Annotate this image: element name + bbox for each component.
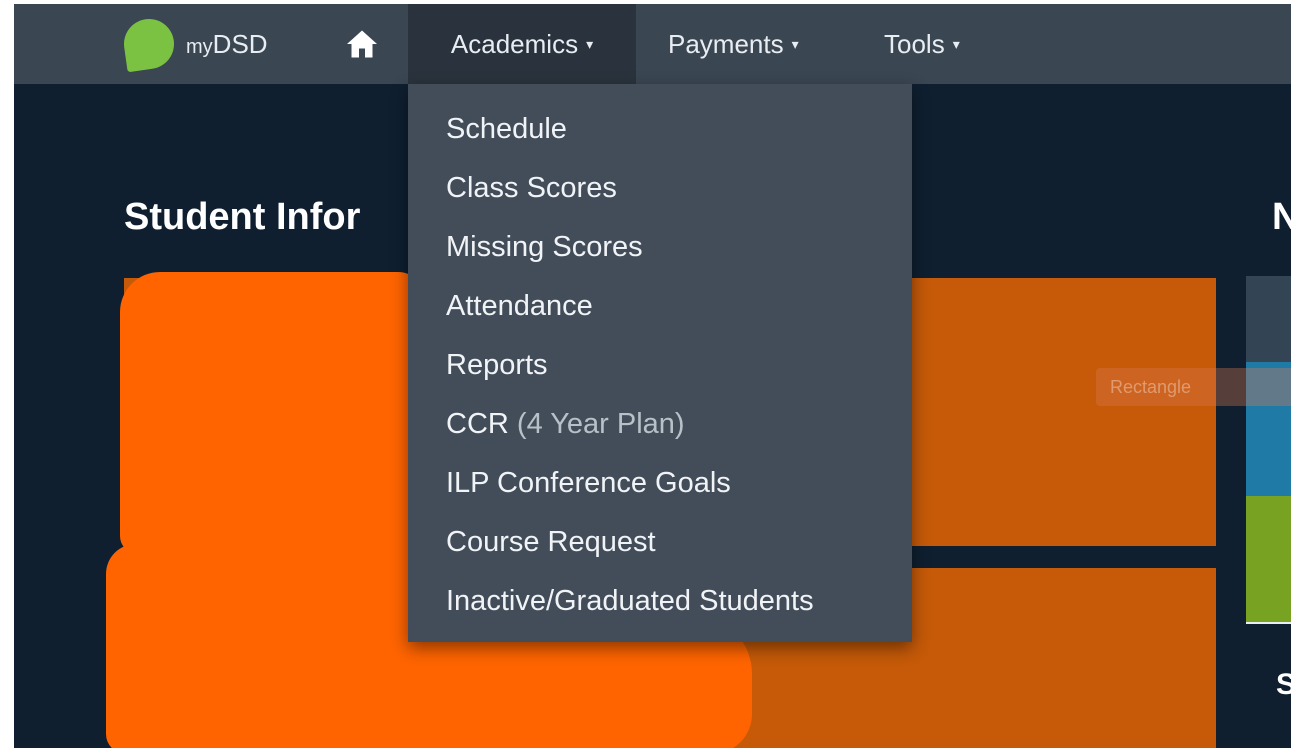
caret-down-icon: ▾: [586, 35, 594, 52]
right-section-title: N: [1272, 196, 1291, 238]
brand-name: myDSD: [186, 28, 268, 59]
nav-tools-label: Tools: [884, 28, 945, 59]
app-frame: Student Infor N S Rectangle myDSD Academ…: [14, 4, 1291, 748]
right-section-title-2: S: [1276, 668, 1291, 701]
caret-down-icon: ▾: [952, 35, 960, 52]
menu-item-schedule[interactable]: Schedule: [408, 100, 912, 159]
menu-item-ilp-conference-goals[interactable]: ILP Conference Goals: [408, 454, 912, 513]
brand-logo[interactable]: myDSD: [120, 15, 268, 73]
page-title: Student Infor: [124, 196, 361, 238]
home-icon[interactable]: [344, 26, 380, 62]
menu-item-missing-scores[interactable]: Missing Scores: [408, 218, 912, 277]
right-panel: [1246, 276, 1291, 624]
menu-item-class-scores[interactable]: Class Scores: [408, 159, 912, 218]
leaf-logo-icon: [120, 15, 178, 73]
menu-item-attendance[interactable]: Attendance: [408, 277, 912, 336]
ghost-rectangle-button: Rectangle: [1096, 368, 1291, 406]
right-panel-header: [1246, 276, 1291, 362]
menu-item-reports[interactable]: Reports: [408, 336, 912, 395]
academics-dropdown-menu: Schedule Class Scores Missing Scores Att…: [408, 84, 912, 642]
menu-item-ccr[interactable]: CCR (4 Year Plan): [408, 395, 912, 454]
redaction-mark: [120, 272, 426, 554]
nav-academics[interactable]: Academics ▾: [408, 4, 636, 84]
menu-item-ccr-suffix: (4 Year Plan): [516, 408, 685, 440]
nav-payments[interactable]: Payments ▾: [668, 4, 799, 84]
nav-academics-label: Academics: [450, 28, 579, 59]
menu-item-course-request[interactable]: Course Request: [408, 513, 912, 572]
menu-item-inactive-graduated-students[interactable]: Inactive/Graduated Students: [408, 572, 912, 631]
caret-down-icon: ▾: [791, 35, 799, 52]
nav-payments-label: Payments: [668, 28, 784, 59]
right-panel-green-band: [1246, 496, 1291, 622]
top-navbar: myDSD Academics ▾ Payments ▾ Tools ▾: [14, 4, 1291, 84]
nav-tools[interactable]: Tools ▾: [884, 4, 960, 84]
